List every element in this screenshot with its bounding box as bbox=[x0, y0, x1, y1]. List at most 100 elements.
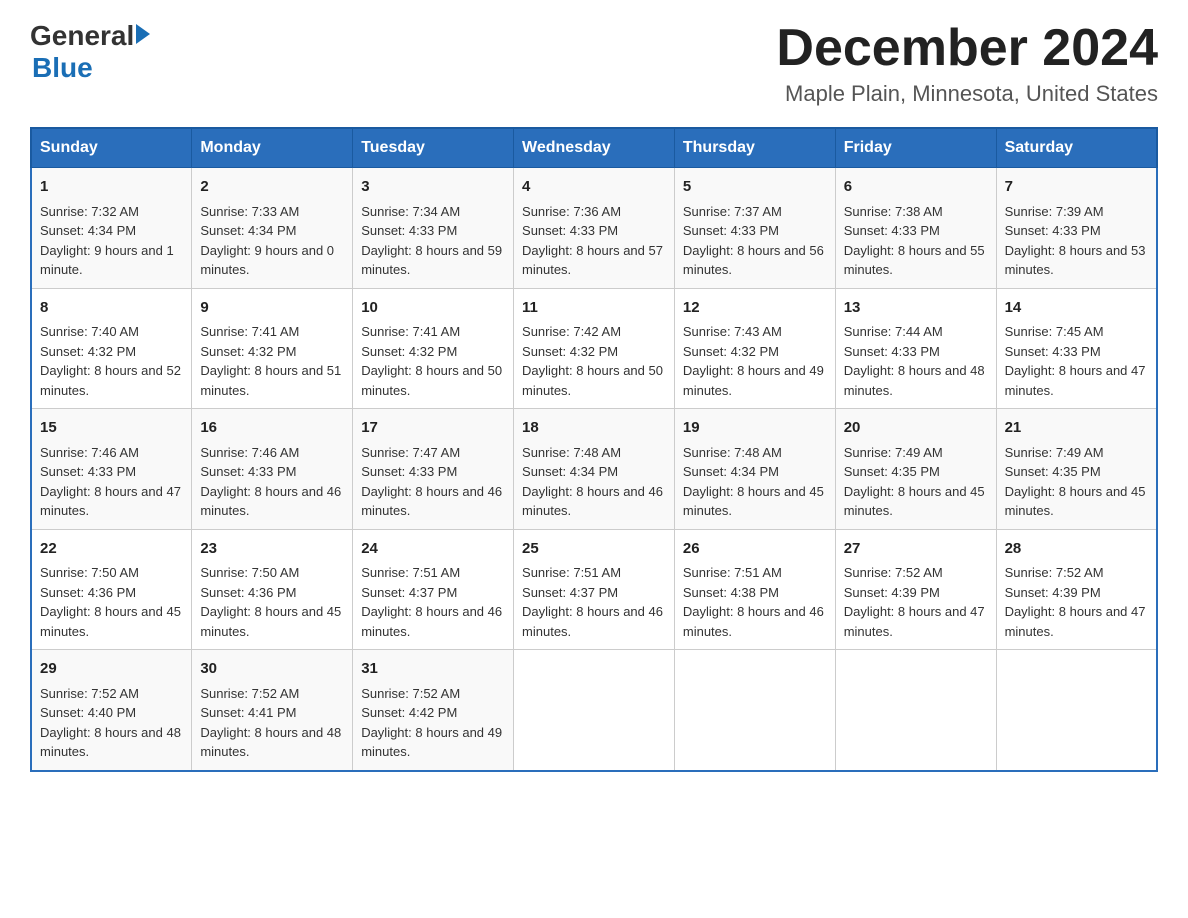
calendar-cell: 4 Sunrise: 7:36 AMSunset: 4:33 PMDaylight… bbox=[514, 168, 675, 289]
logo-general: General bbox=[30, 20, 134, 52]
day-info: Sunrise: 7:49 AMSunset: 4:35 PMDaylight:… bbox=[1005, 445, 1146, 519]
day-number: 23 bbox=[200, 538, 344, 561]
day-number: 8 bbox=[40, 297, 183, 320]
day-number: 30 bbox=[200, 658, 344, 681]
calendar-cell: 17 Sunrise: 7:47 AMSunset: 4:33 PMDayligh… bbox=[353, 409, 514, 530]
calendar-cell: 28Sunrise: 7:52 AMSunset: 4:39 PMDayligh… bbox=[996, 529, 1157, 650]
day-info: Sunrise: 7:38 AMSunset: 4:33 PMDaylight:… bbox=[844, 204, 985, 278]
calendar-cell: 13 Sunrise: 7:44 AMSunset: 4:33 PMDayligh… bbox=[835, 288, 996, 409]
day-info: Sunrise: 7:34 AMSunset: 4:33 PMDaylight:… bbox=[361, 204, 502, 278]
calendar-cell: 8 Sunrise: 7:40 AMSunset: 4:32 PMDaylight… bbox=[31, 288, 192, 409]
day-info: Sunrise: 7:39 AMSunset: 4:33 PMDaylight:… bbox=[1005, 204, 1146, 278]
day-info: Sunrise: 7:46 AMSunset: 4:33 PMDaylight:… bbox=[40, 445, 181, 519]
day-number: 5 bbox=[683, 176, 827, 199]
day-number: 25 bbox=[522, 538, 666, 561]
day-info: Sunrise: 7:52 AMSunset: 4:39 PMDaylight:… bbox=[1005, 565, 1146, 639]
day-number: 26 bbox=[683, 538, 827, 561]
day-info: Sunrise: 7:40 AMSunset: 4:32 PMDaylight:… bbox=[40, 324, 181, 398]
location-subtitle: Maple Plain, Minnesota, United States bbox=[776, 81, 1158, 107]
day-info: Sunrise: 7:48 AMSunset: 4:34 PMDaylight:… bbox=[683, 445, 824, 519]
day-number: 29 bbox=[40, 658, 183, 681]
day-number: 4 bbox=[522, 176, 666, 199]
day-number: 14 bbox=[1005, 297, 1148, 320]
header-tuesday: Tuesday bbox=[353, 128, 514, 168]
day-info: Sunrise: 7:47 AMSunset: 4:33 PMDaylight:… bbox=[361, 445, 502, 519]
day-info: Sunrise: 7:44 AMSunset: 4:33 PMDaylight:… bbox=[844, 324, 985, 398]
day-info: Sunrise: 7:42 AMSunset: 4:32 PMDaylight:… bbox=[522, 324, 663, 398]
day-number: 1 bbox=[40, 176, 183, 199]
calendar-cell: 23 Sunrise: 7:50 AMSunset: 4:36 PMDayligh… bbox=[192, 529, 353, 650]
day-info: Sunrise: 7:46 AMSunset: 4:33 PMDaylight:… bbox=[200, 445, 341, 519]
header-monday: Monday bbox=[192, 128, 353, 168]
calendar-cell: 14 Sunrise: 7:45 AMSunset: 4:33 PMDayligh… bbox=[996, 288, 1157, 409]
day-info: Sunrise: 7:33 AMSunset: 4:34 PMDaylight:… bbox=[200, 204, 334, 278]
day-info: Sunrise: 7:51 AMSunset: 4:38 PMDaylight:… bbox=[683, 565, 824, 639]
day-info: Sunrise: 7:32 AMSunset: 4:34 PMDaylight:… bbox=[40, 204, 174, 278]
day-number: 2 bbox=[200, 176, 344, 199]
day-number: 21 bbox=[1005, 417, 1148, 440]
calendar-cell: 24 Sunrise: 7:51 AMSunset: 4:37 PMDayligh… bbox=[353, 529, 514, 650]
day-info: Sunrise: 7:52 AMSunset: 4:40 PMDaylight:… bbox=[40, 686, 181, 760]
calendar-cell: 9 Sunrise: 7:41 AMSunset: 4:32 PMDaylight… bbox=[192, 288, 353, 409]
day-info: Sunrise: 7:50 AMSunset: 4:36 PMDaylight:… bbox=[40, 565, 181, 639]
calendar-cell: 26 Sunrise: 7:51 AMSunset: 4:38 PMDayligh… bbox=[674, 529, 835, 650]
day-info: Sunrise: 7:52 AMSunset: 4:42 PMDaylight:… bbox=[361, 686, 502, 760]
day-number: 19 bbox=[683, 417, 827, 440]
calendar-cell: 1 Sunrise: 7:32 AMSunset: 4:34 PMDaylight… bbox=[31, 168, 192, 289]
header-wednesday: Wednesday bbox=[514, 128, 675, 168]
day-number: 9 bbox=[200, 297, 344, 320]
day-info: Sunrise: 7:45 AMSunset: 4:33 PMDaylight:… bbox=[1005, 324, 1146, 398]
calendar-header-row: SundayMondayTuesdayWednesdayThursdayFrid… bbox=[31, 128, 1157, 168]
calendar-cell bbox=[514, 650, 675, 771]
day-number: 12 bbox=[683, 297, 827, 320]
calendar-cell: 3Sunrise: 7:34 AMSunset: 4:33 PMDaylight… bbox=[353, 168, 514, 289]
day-info: Sunrise: 7:52 AMSunset: 4:39 PMDaylight:… bbox=[844, 565, 985, 639]
day-number: 13 bbox=[844, 297, 988, 320]
day-info: Sunrise: 7:41 AMSunset: 4:32 PMDaylight:… bbox=[361, 324, 502, 398]
day-number: 27 bbox=[844, 538, 988, 561]
week-row-4: 22 Sunrise: 7:50 AMSunset: 4:36 PMDayligh… bbox=[31, 529, 1157, 650]
day-info: Sunrise: 7:51 AMSunset: 4:37 PMDaylight:… bbox=[361, 565, 502, 639]
day-info: Sunrise: 7:37 AMSunset: 4:33 PMDaylight:… bbox=[683, 204, 824, 278]
calendar-cell: 19 Sunrise: 7:48 AMSunset: 4:34 PMDayligh… bbox=[674, 409, 835, 530]
week-row-2: 8 Sunrise: 7:40 AMSunset: 4:32 PMDaylight… bbox=[31, 288, 1157, 409]
calendar-cell: 5 Sunrise: 7:37 AMSunset: 4:33 PMDaylight… bbox=[674, 168, 835, 289]
calendar-cell: 2 Sunrise: 7:33 AMSunset: 4:34 PMDaylight… bbox=[192, 168, 353, 289]
calendar-cell: 15Sunrise: 7:46 AMSunset: 4:33 PMDayligh… bbox=[31, 409, 192, 530]
header-sunday: Sunday bbox=[31, 128, 192, 168]
calendar-cell: 20Sunrise: 7:49 AMSunset: 4:35 PMDayligh… bbox=[835, 409, 996, 530]
day-info: Sunrise: 7:50 AMSunset: 4:36 PMDaylight:… bbox=[200, 565, 341, 639]
calendar-cell: 18Sunrise: 7:48 AMSunset: 4:34 PMDayligh… bbox=[514, 409, 675, 530]
calendar-cell bbox=[996, 650, 1157, 771]
title-block: December 2024 Maple Plain, Minnesota, Un… bbox=[776, 20, 1158, 107]
calendar-cell: 6 Sunrise: 7:38 AMSunset: 4:33 PMDaylight… bbox=[835, 168, 996, 289]
calendar-cell bbox=[835, 650, 996, 771]
logo: General Blue bbox=[30, 20, 150, 84]
day-number: 18 bbox=[522, 417, 666, 440]
calendar-cell bbox=[674, 650, 835, 771]
header-saturday: Saturday bbox=[996, 128, 1157, 168]
week-row-1: 1 Sunrise: 7:32 AMSunset: 4:34 PMDaylight… bbox=[31, 168, 1157, 289]
logo-arrow-icon bbox=[136, 24, 150, 44]
header-thursday: Thursday bbox=[674, 128, 835, 168]
header-friday: Friday bbox=[835, 128, 996, 168]
calendar-cell: 10Sunrise: 7:41 AMSunset: 4:32 PMDayligh… bbox=[353, 288, 514, 409]
day-number: 22 bbox=[40, 538, 183, 561]
day-info: Sunrise: 7:52 AMSunset: 4:41 PMDaylight:… bbox=[200, 686, 341, 760]
week-row-5: 29 Sunrise: 7:52 AMSunset: 4:40 PMDayligh… bbox=[31, 650, 1157, 771]
day-number: 7 bbox=[1005, 176, 1148, 199]
calendar-cell: 27 Sunrise: 7:52 AMSunset: 4:39 PMDayligh… bbox=[835, 529, 996, 650]
day-info: Sunrise: 7:36 AMSunset: 4:33 PMDaylight:… bbox=[522, 204, 663, 278]
calendar-cell: 30 Sunrise: 7:52 AMSunset: 4:41 PMDayligh… bbox=[192, 650, 353, 771]
day-info: Sunrise: 7:41 AMSunset: 4:32 PMDaylight:… bbox=[200, 324, 341, 398]
calendar-cell: 21 Sunrise: 7:49 AMSunset: 4:35 PMDayligh… bbox=[996, 409, 1157, 530]
day-number: 11 bbox=[522, 297, 666, 320]
calendar-cell: 12 Sunrise: 7:43 AMSunset: 4:32 PMDayligh… bbox=[674, 288, 835, 409]
day-number: 24 bbox=[361, 538, 505, 561]
day-number: 17 bbox=[361, 417, 505, 440]
day-info: Sunrise: 7:43 AMSunset: 4:32 PMDaylight:… bbox=[683, 324, 824, 398]
calendar-cell: 31Sunrise: 7:52 AMSunset: 4:42 PMDayligh… bbox=[353, 650, 514, 771]
logo-blue: Blue bbox=[32, 52, 150, 84]
day-number: 6 bbox=[844, 176, 988, 199]
calendar-cell: 11 Sunrise: 7:42 AMSunset: 4:32 PMDayligh… bbox=[514, 288, 675, 409]
